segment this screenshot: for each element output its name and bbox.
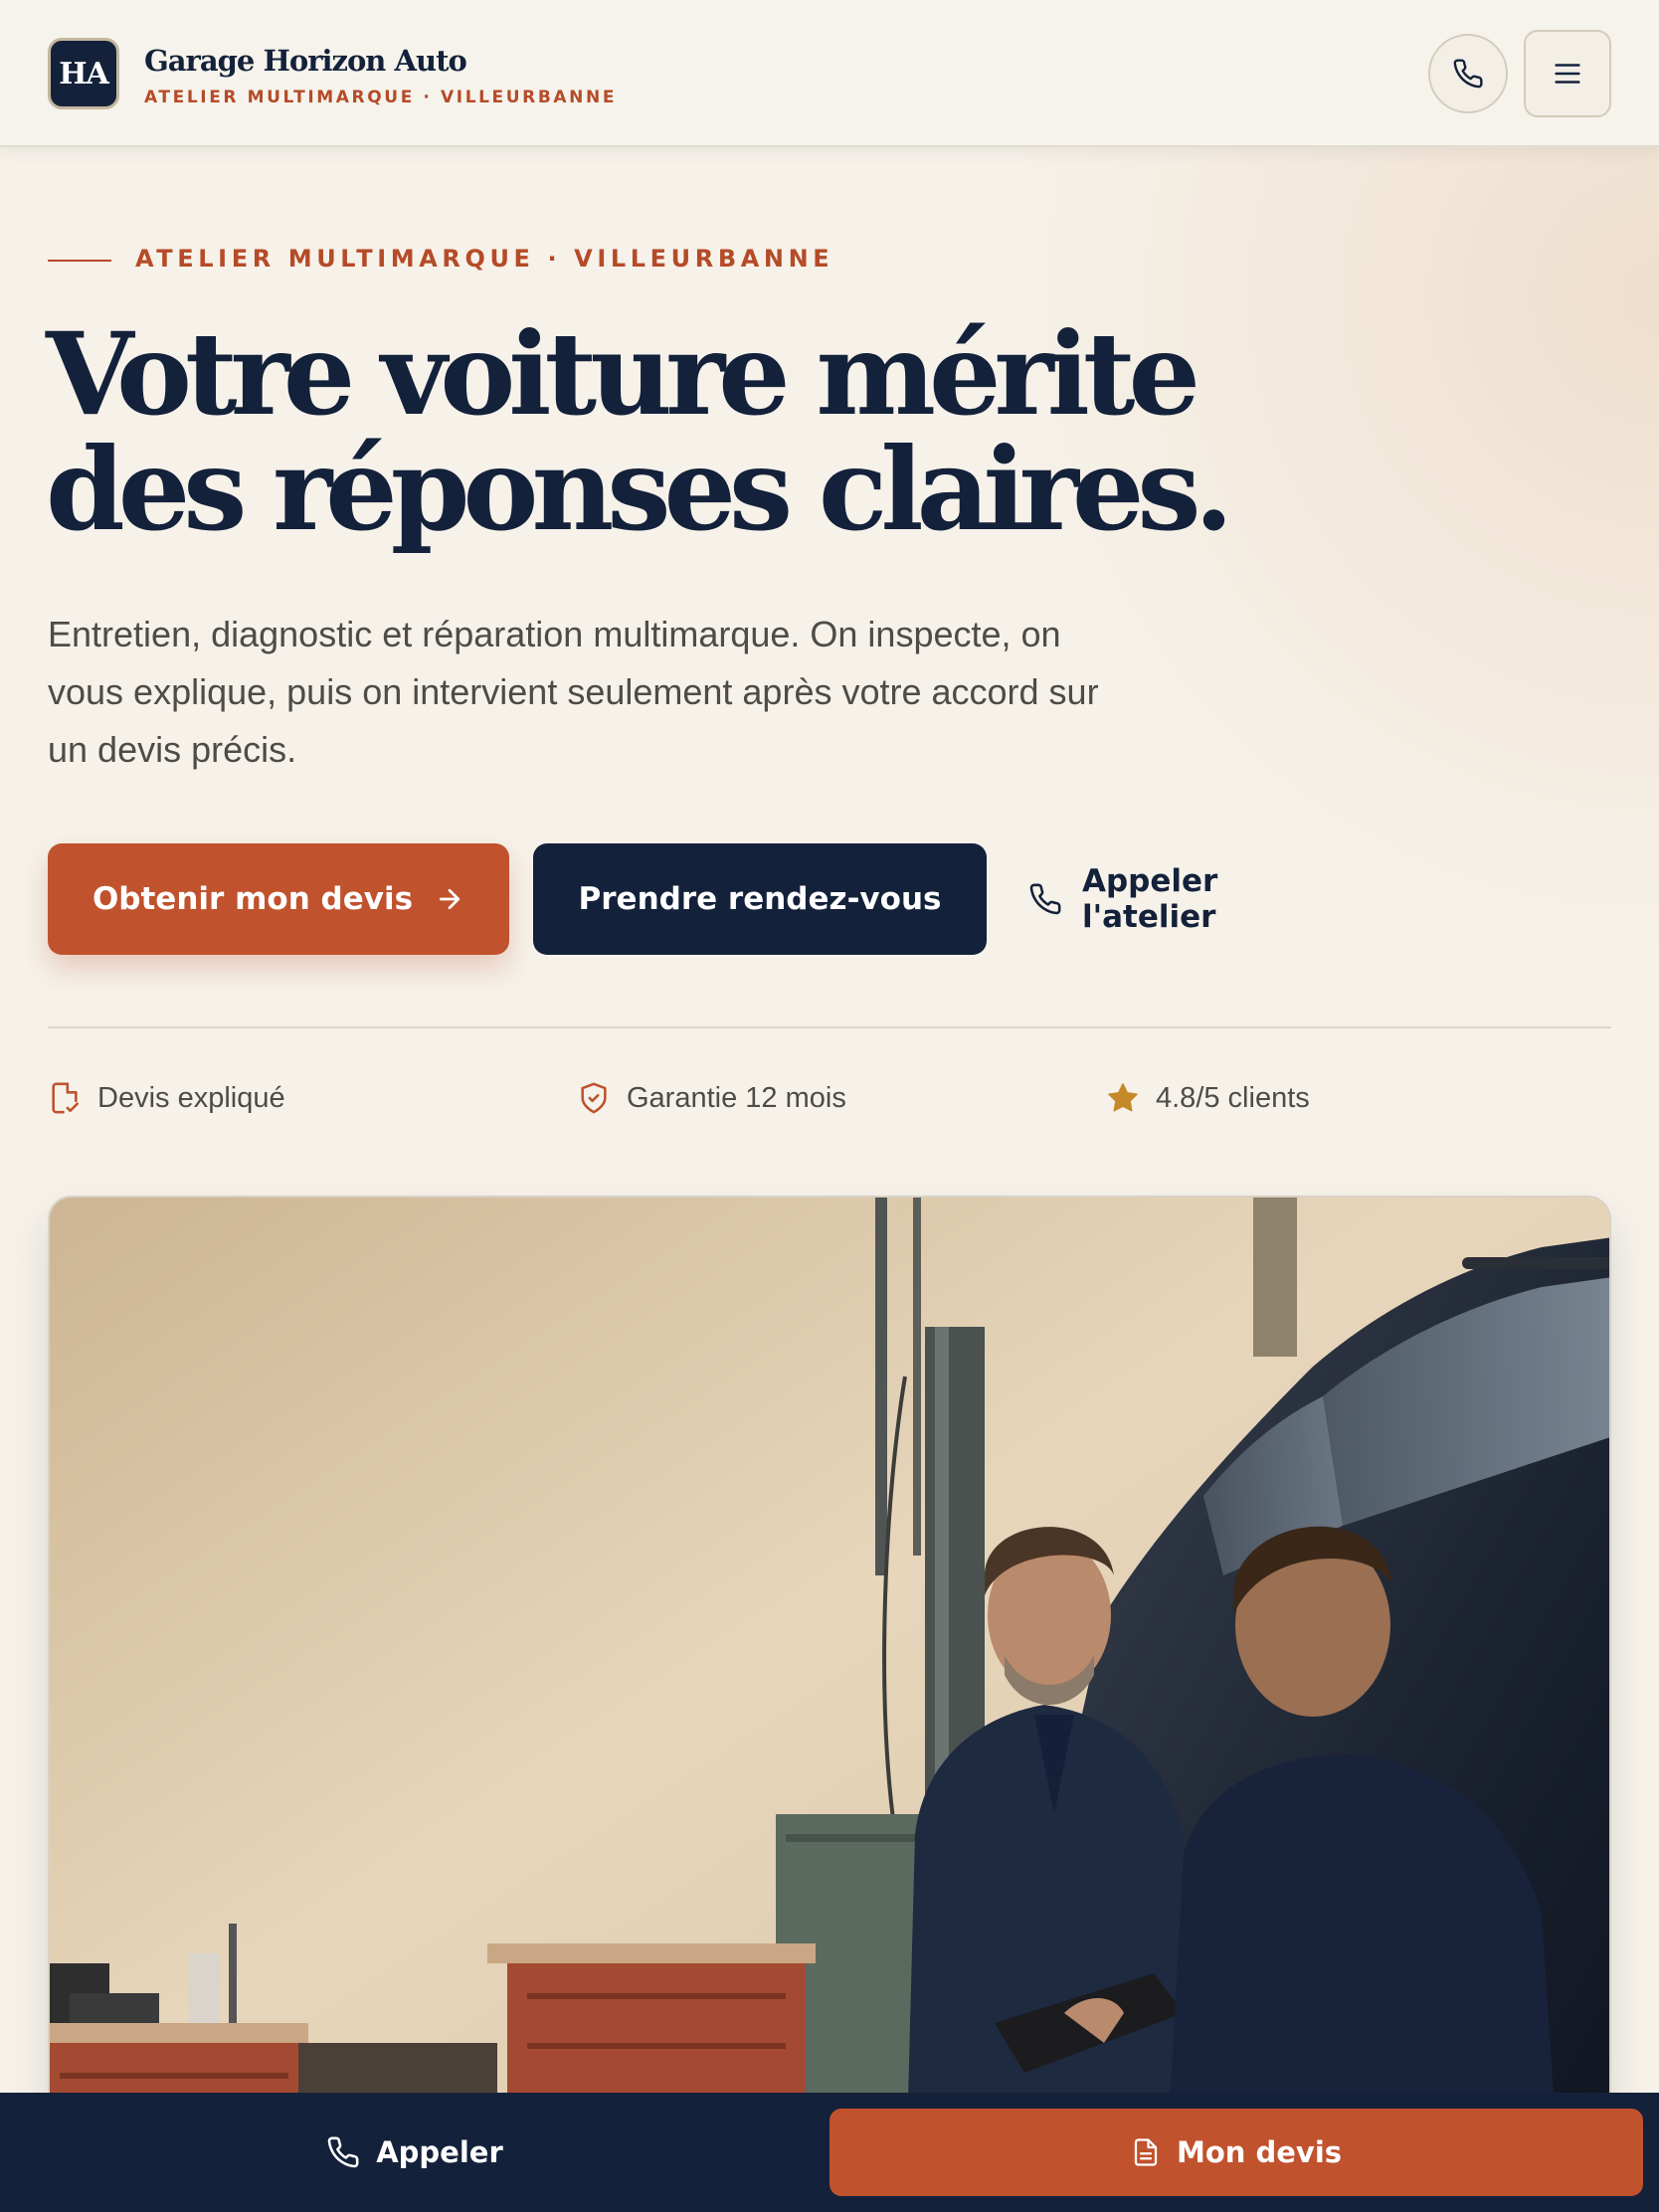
book-appointment-label: Prendre rendez-vous — [578, 881, 942, 917]
bottom-quote-button[interactable]: Mon devis — [830, 2109, 1643, 2196]
star-icon — [1106, 1081, 1140, 1115]
get-quote-label: Obtenir mon devis — [92, 881, 414, 917]
intro-line-2: vous explique, puis on intervient seulem… — [48, 671, 1099, 712]
section-divider — [48, 1026, 1611, 1028]
menu-button[interactable] — [1524, 30, 1611, 117]
document-icon — [1131, 2137, 1161, 2167]
shield-check-icon — [577, 1081, 611, 1115]
call-workshop-label: Appeler l'atelier — [1082, 863, 1218, 935]
header-call-button[interactable] — [1428, 34, 1508, 113]
hero-headline: Votre voiture mérite des réponses claire… — [46, 316, 1239, 547]
hamburger-menu-icon — [1555, 64, 1580, 84]
site-header: HA Garage Horizon Auto ATELIER MULTIMARQ… — [0, 0, 1659, 147]
bottom-quote-label: Mon devis — [1176, 2135, 1343, 2169]
hero-eyebrow: ATELIER MULTIMARQUE · VILLEURBANNE — [135, 245, 834, 273]
bottom-call-button[interactable]: Appeler — [0, 2093, 830, 2212]
intro-line-1: Entretien, diagnostic et réparation mult… — [48, 614, 1061, 654]
trust-label-warranty: Garantie 12 mois — [627, 1081, 846, 1114]
bottom-action-bar: Appeler Mon devis — [0, 2093, 1659, 2212]
eyebrow-rule — [48, 260, 111, 262]
brand-tagline: ATELIER MULTIMARQUE · VILLEURBANNE — [144, 88, 618, 107]
trust-item-quote: Devis expliqué — [48, 1078, 285, 1118]
brand-name[interactable]: Garage Horizon Auto — [144, 44, 467, 78]
document-check-icon — [48, 1081, 82, 1115]
trust-item-rating: 4.8/5 clients — [1106, 1078, 1310, 1118]
logo[interactable]: HA — [48, 38, 119, 109]
trust-label-rating: 4.8/5 clients — [1156, 1081, 1310, 1114]
phone-icon — [1028, 882, 1062, 916]
trust-label-quote: Devis expliqué — [97, 1081, 285, 1114]
phone-icon — [326, 2135, 360, 2169]
trust-item-warranty: Garantie 12 mois — [577, 1078, 846, 1118]
call-workshop-link[interactable]: Appeler l'atelier — [1028, 843, 1347, 955]
phone-icon — [1453, 59, 1483, 89]
book-appointment-button[interactable]: Prendre rendez-vous — [533, 843, 987, 955]
intro-line-3: un devis précis. — [48, 729, 297, 770]
headline-line-2: des réponses claires. — [46, 423, 1233, 556]
bottom-call-label: Appeler — [376, 2135, 503, 2169]
hero-intro: Entretien, diagnostic et réparation mult… — [48, 606, 1241, 779]
arrow-right-icon — [435, 884, 464, 914]
get-quote-button[interactable]: Obtenir mon devis — [48, 843, 509, 955]
headline-line-1: Votre voiture mérite — [46, 307, 1200, 441]
hero-photo-mechanic-and-client — [48, 1196, 1611, 2212]
